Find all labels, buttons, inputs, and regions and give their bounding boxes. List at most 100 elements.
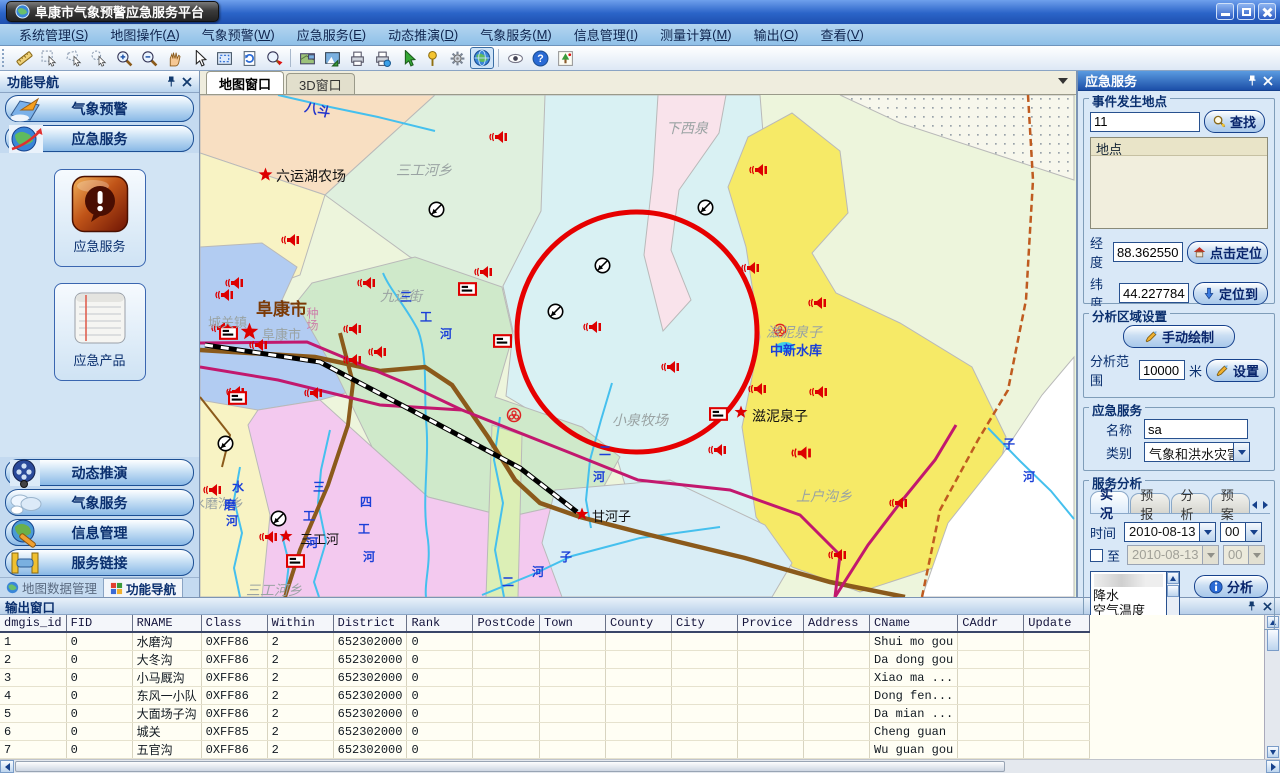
date-picker-end[interactable]: 2010-08-13 [1127,545,1219,565]
analysis-listbox[interactable]: 降水空气温度 [1090,571,1180,621]
table-row[interactable]: 50大面场子沟0XFF8626523020000Da mian ... [0,705,1090,723]
menu-view[interactable]: 查看(V) [809,24,874,45]
scroll-thumb[interactable] [15,761,1005,772]
locate-to-button[interactable]: 定位到 [1193,282,1268,305]
menu-dynamic-deduction[interactable]: 动态推演(D) [377,24,469,45]
service-type-select[interactable]: 气象和洪水灾害 [1144,442,1250,462]
minimize-button[interactable] [1216,3,1234,20]
pin-icon[interactable] [163,74,179,89]
output-vertical-scrollbar[interactable] [1264,615,1280,759]
menu-info-management[interactable]: 信息管理(I) [563,24,649,45]
export-map-icon[interactable] [320,47,344,69]
zoom-in-icon[interactable] [112,47,136,69]
pan-hand-icon[interactable] [162,47,186,69]
hour-picker[interactable]: 00 [1220,522,1262,542]
settings-gear-icon[interactable] [445,47,469,69]
latitude-input[interactable] [1119,283,1189,303]
column-header[interactable]: Provice [738,615,804,632]
close-icon[interactable] [1260,73,1276,88]
scroll-right-icon[interactable] [1266,760,1280,773]
column-header[interactable]: County [606,615,672,632]
select-lasso-icon[interactable] [62,47,86,69]
pin-icon[interactable] [1244,73,1260,88]
date-picker[interactable]: 2010-08-13 [1124,522,1216,542]
select-feature-icon[interactable] [395,47,419,69]
to-date-checkbox[interactable] [1090,549,1103,562]
select-box-icon[interactable] [37,47,61,69]
nav-group-weather-service[interactable]: 气象服务 [5,489,194,516]
analyze-button[interactable]: 分析 [1194,575,1268,598]
location-results-list[interactable]: 地点 [1090,137,1268,229]
scroll-down-icon[interactable] [1267,746,1279,758]
table-row[interactable]: 70五官沟0XFF8626523020000Wu guan gou [0,741,1090,759]
longitude-input[interactable] [1113,242,1183,262]
dropdown-arrow-icon[interactable] [1199,523,1215,541]
zoom-rate-icon[interactable] [262,47,286,69]
dropdown-arrow-icon[interactable] [1245,523,1261,541]
scroll-up-icon[interactable] [1167,572,1179,584]
pointer-icon[interactable] [187,47,211,69]
tab-3d-view[interactable]: 3D窗口 [286,73,355,94]
table-row[interactable]: 40东风一小队0XFF8626523020000Dong fen... [0,687,1090,705]
nav-group-service-links[interactable]: 服务链接 [5,549,194,576]
menu-weather-warning[interactable]: 气象预警(W) [191,24,286,45]
hour-picker-end[interactable]: 00 [1223,545,1265,565]
tab-map-view[interactable]: 地图窗口 [206,71,284,94]
zoom-out-icon[interactable] [137,47,161,69]
tab-scroll-left-icon[interactable] [1250,499,1259,510]
legend-image-icon[interactable] [553,47,577,69]
tab-analysis[interactable]: 分析 [1171,493,1210,513]
refresh-icon[interactable] [237,47,261,69]
map-canvas[interactable]: 八斗 六运湖农场 三工河乡 下西泉 九运街 阜康市 城关镇 阜康市 滋泥泉子 中… [200,95,1075,597]
scroll-thumb[interactable] [1167,585,1179,597]
emergency-product-button[interactable]: 应急产品 [54,283,146,381]
close-icon[interactable] [179,74,195,89]
menu-emergency-service[interactable]: 应急服务(E) [286,24,377,45]
tab-forecast[interactable]: 预报 [1130,493,1169,513]
map-canvas-container[interactable]: 八斗 六运湖农场 三工河乡 下西泉 九运街 阜康市 城关镇 阜康市 滋泥泉子 中… [200,95,1076,597]
column-header[interactable]: FID [66,615,132,632]
tab-scroll-right-icon[interactable] [1261,499,1270,510]
nav-group-dynamic-deduction[interactable]: 动态推演 [5,459,194,486]
print-color-icon[interactable] [370,47,394,69]
tab-plan[interactable]: 预案 [1211,493,1250,513]
menu-map-operations[interactable]: 地图操作(A) [99,24,190,45]
menu-weather-service[interactable]: 气象服务(M) [469,24,563,45]
tab-live[interactable]: 实况 [1090,491,1129,513]
column-header[interactable]: PostCode [473,615,540,632]
column-header[interactable]: Within [267,615,333,632]
table-row[interactable]: 30小马厩沟0XFF8626523020000Xiao ma ... [0,669,1090,687]
emergency-service-button[interactable]: 应急服务 [54,169,146,267]
list-item[interactable]: 降水 [1091,588,1166,603]
placemark-icon[interactable] [420,47,444,69]
nav-group-emergency-service[interactable]: 应急服务 [5,125,194,152]
output-horizontal-scrollbar[interactable] [0,759,1280,773]
full-extent-icon[interactable] [212,47,236,69]
table-row[interactable]: 60城关0XFF8526523020000Cheng guan [0,723,1090,741]
measure-icon[interactable] [12,47,36,69]
menu-measurement[interactable]: 测量计算(M) [649,24,743,45]
toolbar-grip[interactable] [2,49,8,67]
scroll-left-icon[interactable] [0,760,14,773]
tab-list-dropdown-icon[interactable] [1058,78,1068,84]
listbox-scrollbar[interactable] [1166,572,1179,620]
column-header[interactable]: Town [540,615,606,632]
range-input[interactable] [1139,360,1185,380]
print-icon[interactable] [345,47,369,69]
column-header[interactable]: CName [870,615,958,632]
menu-output[interactable]: 输出(O) [743,24,810,45]
web-services-globe-icon[interactable] [470,47,494,69]
column-header[interactable]: dmgis_id [0,615,66,632]
manual-draw-button[interactable]: 手动绘制 [1123,325,1235,348]
search-button[interactable]: 查找 [1204,110,1265,133]
column-header[interactable]: RNAME [132,615,201,632]
restore-button[interactable] [1237,3,1255,20]
nav-group-weather-warning[interactable]: 气象预警 [5,95,194,122]
column-header[interactable]: CAddr [958,615,1024,632]
nav-group-info-management[interactable]: 信息管理 [5,519,194,546]
tab-function-navigation[interactable]: 功能导航 [103,578,183,597]
service-name-input[interactable] [1144,419,1248,439]
scroll-thumb[interactable] [1267,629,1279,651]
menu-system[interactable]: 系统管理(S) [8,24,99,45]
table-row[interactable]: 10水磨沟0XFF8626523020000Shui mo gou [0,632,1090,651]
